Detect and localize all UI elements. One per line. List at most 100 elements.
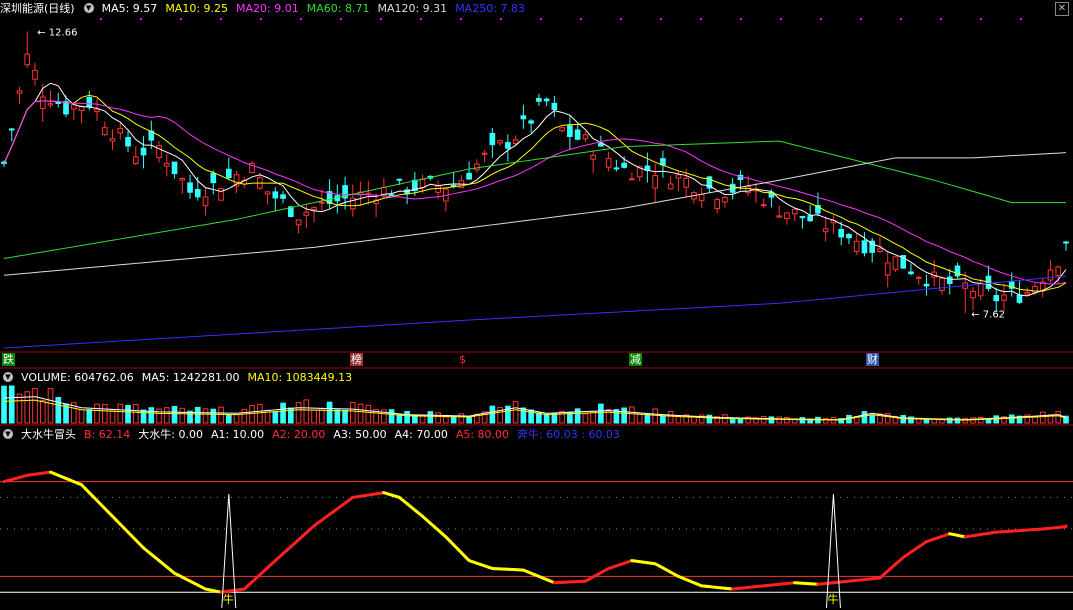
- candle-body: [908, 271, 914, 275]
- volume-bar: [256, 403, 263, 424]
- volume-bar: [318, 408, 325, 424]
- volume-bar: [861, 411, 868, 424]
- volume-bar: [132, 404, 139, 424]
- chevron-down-icon[interactable]: ▼: [3, 429, 13, 439]
- volume-bar: [1055, 411, 1062, 424]
- volume-bar: [326, 401, 333, 424]
- legend-item: A3: 50.00: [333, 427, 387, 441]
- candle-body: [582, 134, 589, 140]
- volume-bar: [644, 413, 651, 424]
- volume-bar: [117, 403, 124, 424]
- candle-body: [163, 162, 170, 167]
- candle-body: [861, 240, 868, 254]
- candle-body: [923, 283, 930, 287]
- candle-body: [993, 295, 1000, 302]
- volume-bar: [210, 408, 217, 424]
- volume-bar: [272, 411, 279, 424]
- legend-item: VOLUME: 604762.06: [21, 370, 134, 384]
- guide-dot: [980, 18, 982, 20]
- volume-bar: [993, 415, 1000, 424]
- candle-body: [551, 102, 558, 110]
- volume-bar: [691, 416, 697, 424]
- volume-bar: [280, 402, 286, 424]
- volume-bar: [443, 416, 449, 424]
- candle-body: [295, 219, 302, 226]
- volume-bar: [388, 409, 395, 424]
- volume-bar: [551, 413, 558, 424]
- guide-dot: [780, 18, 782, 20]
- candle-body: [559, 127, 565, 132]
- volume-bar: [295, 402, 302, 424]
- event-marker[interactable]: 财: [866, 353, 879, 366]
- legend-item: MA5: 1242281.00: [141, 370, 240, 384]
- volume-bar: [233, 413, 240, 424]
- candle-body: [1047, 269, 1054, 281]
- volume-bar: [667, 410, 674, 424]
- candle-body: [915, 276, 922, 279]
- chevron-down-icon[interactable]: ▼: [83, 3, 94, 13]
- candle-body: [303, 211, 310, 216]
- close-icon[interactable]: ✕: [1055, 2, 1069, 16]
- candle-body: [101, 127, 108, 136]
- event-marker[interactable]: 减: [629, 353, 642, 366]
- candle-body: [419, 178, 426, 188]
- volume-legend: ▼ VOLUME: 604762.06 MA5: 1242281.00 MA10: …: [0, 369, 360, 385]
- volume-bar: [32, 388, 38, 424]
- candle-body: [24, 53, 31, 66]
- volume-bar: [357, 403, 364, 424]
- volume-bar: [218, 406, 224, 424]
- event-marker[interactable]: 榜: [350, 353, 363, 366]
- volume-bar: [1008, 414, 1015, 424]
- candle-body: [1055, 266, 1062, 276]
- candle-body: [132, 156, 139, 164]
- chevron-down-icon[interactable]: ▼: [3, 372, 13, 382]
- legend-item: A1: 10.00: [210, 427, 265, 441]
- volume-bar: [543, 413, 550, 424]
- legend-item: MA10: 1083449.13: [247, 370, 353, 384]
- volume-bar: [101, 403, 108, 424]
- volume-bar: [962, 417, 969, 424]
- legend-item: MA250: 7.83: [455, 1, 525, 15]
- volume-bar: [140, 409, 147, 424]
- volume-bar: [629, 406, 635, 424]
- volume-bar: [350, 402, 356, 424]
- volume-bar: [225, 414, 232, 424]
- volume-bar: [311, 409, 317, 424]
- volume-bar: [768, 416, 775, 424]
- high-label: ← 12.66: [37, 27, 77, 38]
- guide-dot: [860, 18, 862, 20]
- candle-body: [1032, 285, 1038, 294]
- candle-body: [822, 228, 829, 233]
- candle-body: [567, 125, 573, 137]
- volume-bar: [202, 408, 209, 424]
- candle-body: [846, 233, 852, 239]
- volume-bar: [605, 408, 612, 424]
- candle-body: [94, 108, 100, 113]
- volume-bar: [334, 409, 341, 424]
- candle-body: [807, 215, 814, 222]
- guide-dot: [660, 18, 662, 20]
- volume-bar: [179, 407, 186, 424]
- event-marker[interactable]: $: [458, 353, 467, 366]
- event-marker[interactable]: 跌: [2, 353, 15, 366]
- ma-line: [3, 152, 1067, 276]
- volume-bar: [1039, 411, 1046, 424]
- volume-bar: [512, 400, 519, 424]
- guide-dot: [940, 18, 942, 20]
- stock-title[interactable]: 深圳能源(日线): [0, 0, 75, 16]
- candle-body: [474, 163, 480, 171]
- legend-item: A4: 70.00: [394, 427, 448, 441]
- candle-body: [388, 194, 395, 197]
- volume-bar: [419, 415, 426, 424]
- candle-body: [605, 158, 612, 168]
- candle-body: [892, 256, 899, 270]
- volume-bar: [404, 410, 410, 424]
- candle-body: [1024, 292, 1031, 295]
- legend-item: MA60: 8.71: [306, 1, 370, 15]
- candle-body: [660, 158, 666, 166]
- indicator-legend: ▼ 大水牛冒头 B: 62.14 大水牛: 0.00 A1: 10.00 A2: 20.…: [0, 426, 628, 442]
- signal-label: 牛: [223, 592, 234, 606]
- candle-body: [32, 70, 38, 80]
- volume-bar: [1, 385, 7, 424]
- legend-item: B: 62.14: [84, 427, 131, 441]
